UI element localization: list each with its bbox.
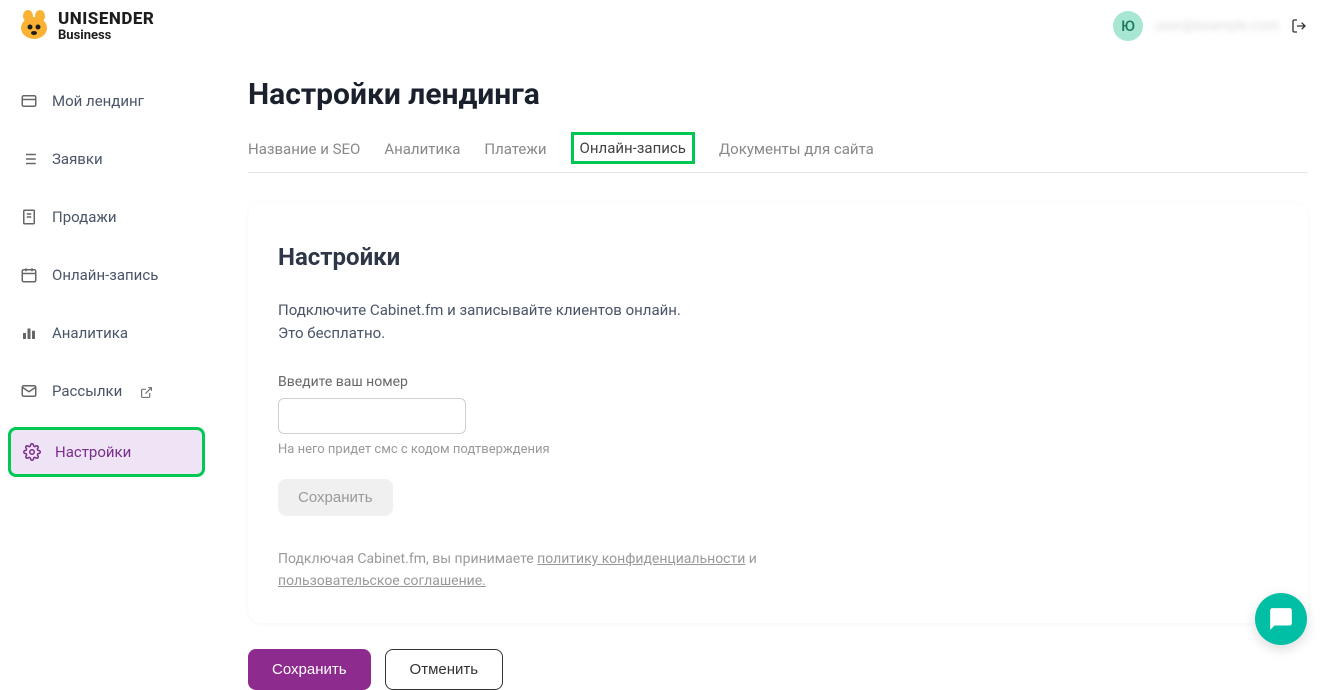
gear-icon: [23, 443, 41, 461]
logo-sub: Business: [58, 29, 154, 42]
save-phone-button[interactable]: Сохранить: [278, 479, 393, 516]
phone-input[interactable]: [278, 398, 466, 434]
sidebar-item-label: Заявки: [52, 150, 103, 168]
sidebar-item-label: Мой лендинг: [52, 92, 144, 110]
external-link-icon: [140, 385, 153, 398]
avatar[interactable]: Ю: [1113, 11, 1143, 41]
phone-field-label: Введите ваш номер: [278, 374, 1278, 390]
card-title: Настройки: [278, 243, 1278, 271]
header: UNISENDER Business Ю user@example.com: [0, 0, 1327, 52]
settings-card: Настройки Подключите Cabinet.fm и записы…: [248, 203, 1308, 623]
phone-field-hint: На него придет смс с кодом подтверждения: [278, 442, 1278, 457]
sidebar-item-label: Рассылки: [52, 382, 122, 400]
chat-bubble[interactable]: [1255, 593, 1307, 645]
sidebar-item-sales[interactable]: Продажи: [8, 195, 205, 239]
receipt-icon: [20, 208, 38, 226]
sidebar-item-settings[interactable]: Настройки: [8, 427, 205, 477]
privacy-link[interactable]: политику конфиденциальности: [537, 551, 745, 567]
terms-link[interactable]: пользовательское соглашение.: [278, 573, 486, 589]
sidebar-item-mailings[interactable]: Рассылки: [8, 369, 205, 413]
sidebar-item-booking[interactable]: Онлайн-запись: [8, 253, 205, 297]
cancel-button[interactable]: Отменить: [385, 649, 504, 690]
main-content: Настройки лендинга Название и SEO Аналит…: [213, 52, 1327, 690]
footer-buttons: Сохранить Отменить: [248, 649, 1327, 690]
sidebar-item-label: Онлайн-запись: [52, 266, 158, 284]
logo[interactable]: UNISENDER Business: [18, 10, 154, 42]
legal-text: Подключая Cabinet.fm, вы принимаете поли…: [278, 548, 1278, 593]
sidebar-item-label: Аналитика: [52, 324, 128, 342]
sidebar-item-label: Продажи: [52, 208, 117, 226]
mail-icon: [20, 382, 38, 400]
header-right: Ю user@example.com: [1113, 11, 1307, 41]
user-email: user@example.com: [1155, 18, 1279, 34]
sidebar-item-analytics[interactable]: Аналитика: [8, 311, 205, 355]
sidebar-item-landing[interactable]: Мой лендинг: [8, 79, 205, 123]
calendar-icon: [20, 266, 38, 284]
tab-documents[interactable]: Документы для сайта: [719, 140, 874, 172]
page-title: Настройки лендинга: [248, 77, 1327, 112]
sidebar-item-label: Настройки: [55, 443, 131, 461]
tab-payments[interactable]: Платежи: [484, 140, 546, 172]
tabs: Название и SEO Аналитика Платежи Онлайн-…: [248, 140, 1308, 173]
sidebar: Мой лендинг Заявки Продажи Онлайн-запись: [0, 52, 213, 690]
logo-icon: [18, 10, 50, 42]
sidebar-item-requests[interactable]: Заявки: [8, 137, 205, 181]
tab-booking[interactable]: Онлайн-запись: [571, 132, 695, 164]
save-button[interactable]: Сохранить: [248, 649, 371, 690]
tab-analytics[interactable]: Аналитика: [384, 140, 460, 172]
chart-icon: [20, 324, 38, 342]
logo-brand: UNISENDER: [58, 11, 154, 28]
card-description: Подключите Cabinet.fm и записывайте клие…: [278, 299, 1278, 344]
landing-icon: [20, 92, 38, 110]
tab-name-seo[interactable]: Название и SEO: [248, 140, 360, 172]
logout-icon[interactable]: [1291, 18, 1307, 34]
list-icon: [20, 150, 38, 168]
